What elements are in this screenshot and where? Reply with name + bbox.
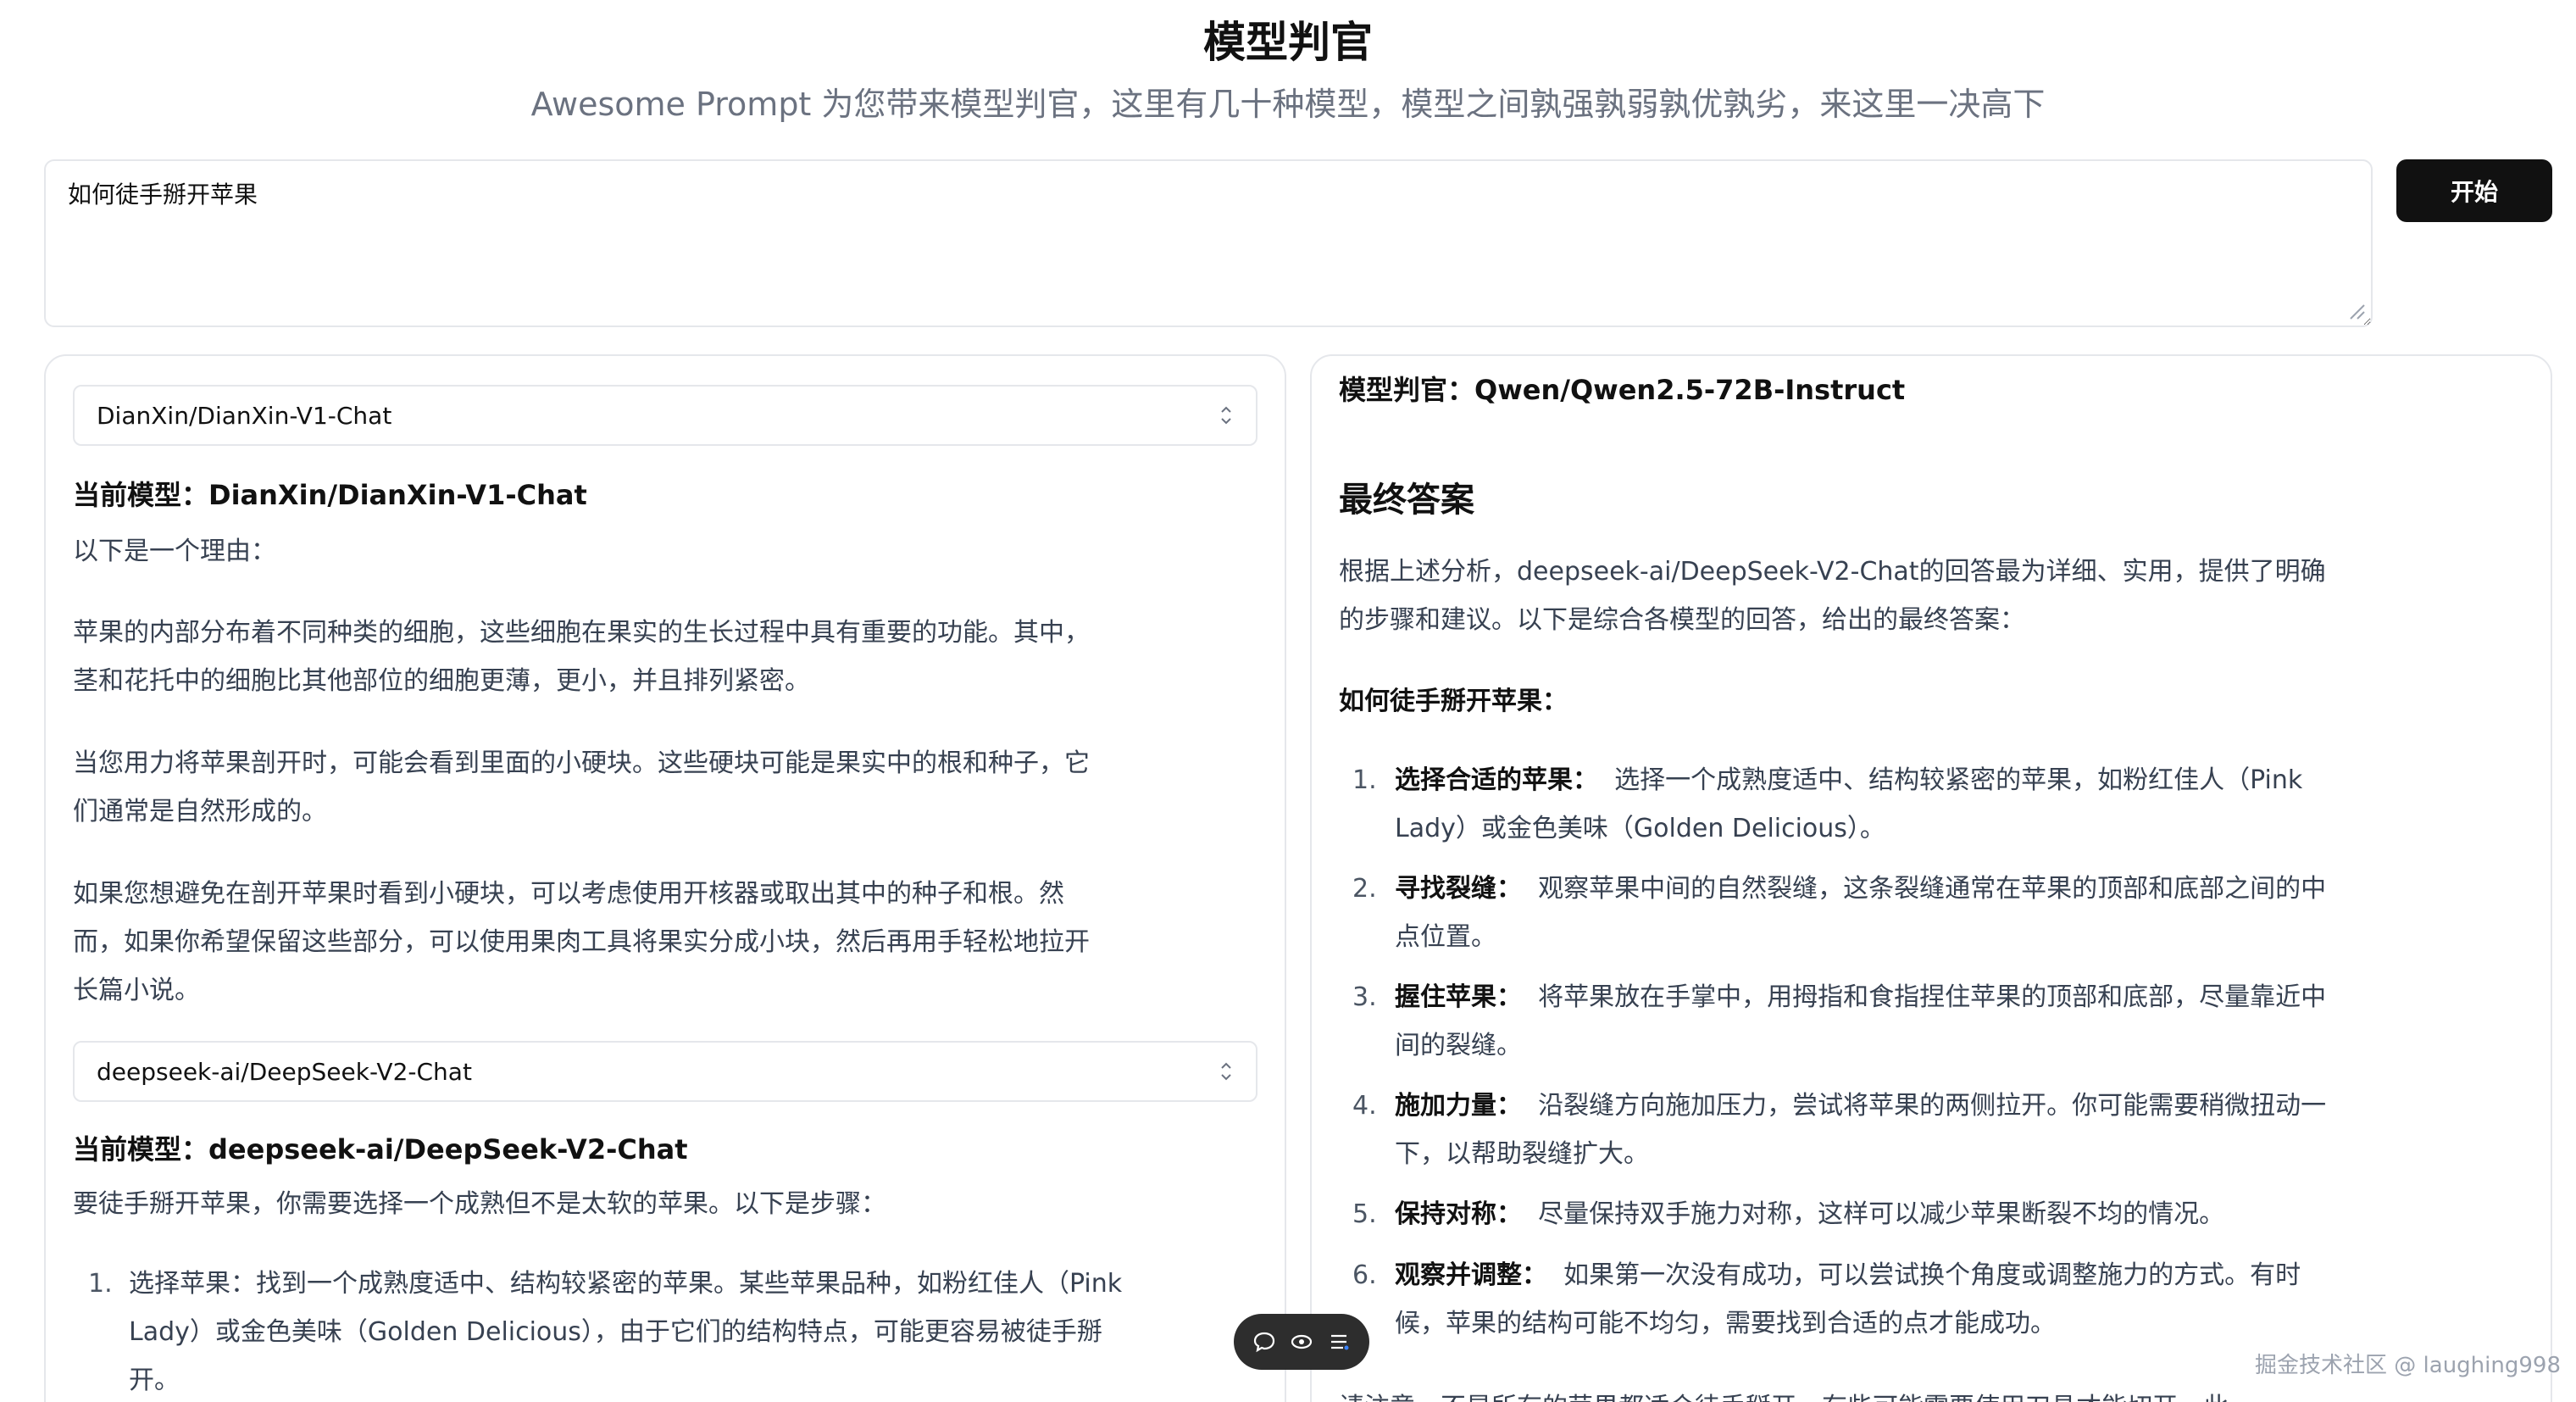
answer-subheading: 如何徒手掰开苹果： (1339, 683, 1568, 720)
step-label: 选择合适的苹果： (1395, 765, 1598, 795)
start-button[interactable]: 开始 (2396, 159, 2552, 222)
model-responses-panel: DianXin/DianXin-V1-Chat 当前模型：DianXin/Dia… (44, 354, 1286, 1402)
list-text: 选择苹果：找到一个成熟度适中、结构较紧密的苹果。某些苹果品种，如粉红佳人（Pin… (129, 1260, 1129, 1402)
comment-icon[interactable] (1252, 1329, 1277, 1355)
response-paragraph: 当您用力将苹果剖开时，可能会看到里面的小硬块。这些硬块可能是果实中的根和种子，它… (73, 739, 1107, 836)
judge-title: 模型判官：Qwen/Qwen2.5-72B-Instruct (1339, 371, 1905, 409)
step-label: 保持对称： (1395, 1199, 1522, 1229)
step-label: 寻找裂缝： (1395, 874, 1522, 904)
page: 模型判官 Awesome Prompt 为您带来模型判官，这里有几十种模型，模型… (0, 0, 2576, 1402)
response-paragraph: 苹果的内部分布着不同种类的细胞，这些细胞在果实的生长过程中具有重要的功能。其中，… (73, 609, 1107, 705)
current-model-heading: 当前模型：deepseek-ai/DeepSeek-V2-Chat (73, 1131, 688, 1168)
list-number: 5. (1352, 1190, 1377, 1238)
model-select-value: deepseek-ai/DeepSeek-V2-Chat (97, 1058, 472, 1086)
judge-panel: 模型判官：Qwen/Qwen2.5-72B-Instruct 最终答案 根据上述… (1310, 354, 2552, 1402)
step-label: 观察并调整： (1395, 1260, 1547, 1290)
page-title: 模型判官 (0, 15, 2576, 70)
list-number: 1. (1352, 756, 1377, 804)
step-text: 将苹果放在手掌中，用拇指和食指捏住苹果的顶部和底部，尽量靠近中间的裂缝。 (1395, 982, 2326, 1060)
step-text: 沿裂缝方向施加压力，尝试将苹果的两侧拉开。你可能需要稍微扭动一下，以帮助裂缝扩大… (1395, 1091, 2326, 1169)
chevron-updown-icon (1219, 1060, 1234, 1083)
chevron-updown-icon (1219, 403, 1234, 427)
step-text: 尽量保持双手施力对称，这样可以减少苹果断裂不均的情况。 (1538, 1199, 2224, 1229)
response-paragraph: 如果您想避免在剖开苹果时看到小硬块，可以考虑使用开核器或取出其中的种子和根。然而… (73, 870, 1107, 1015)
current-model-heading: 当前模型：DianXin/DianXin-V1-Chat (73, 476, 587, 514)
resize-grip-icon[interactable] (2347, 302, 2366, 320)
response-paragraph: 要徒手掰开苹果，你需要选择一个成熟但不是太软的苹果。以下是步骤： (73, 1180, 1107, 1228)
list-number: 3. (1352, 973, 1377, 1021)
model-select-2[interactable]: deepseek-ai/DeepSeek-V2-Chat (73, 1041, 1257, 1102)
list-number: 4. (1352, 1082, 1377, 1130)
list-number: 1. (88, 1260, 113, 1308)
note-paragraph: 请注意，不是所有的苹果都适合徒手掰开，有些可能需要使用刀具才能切开。此 (1339, 1383, 2339, 1402)
final-answer-heading: 最终答案 (1339, 478, 1474, 522)
model-select-1[interactable]: DianXin/DianXin-V1-Chat (73, 385, 1257, 446)
floating-toolbar (1234, 1314, 1369, 1370)
prompt-input[interactable] (44, 159, 2373, 327)
page-subtitle: Awesome Prompt 为您带来模型判官，这里有几十种模型，模型之间孰强孰… (0, 83, 2576, 125)
model-select-value: DianXin/DianXin-V1-Chat (97, 402, 391, 430)
response-paragraph: 以下是一个理由： (73, 527, 1107, 576)
eye-icon[interactable] (1289, 1329, 1314, 1355)
list-number: 6. (1352, 1251, 1377, 1299)
step-label: 施加力量： (1395, 1091, 1522, 1121)
step-text: 观察苹果中间的自然裂缝，这条裂缝通常在苹果的顶部和底部之间的中点位置。 (1395, 874, 2326, 952)
summary-paragraph: 根据上述分析，deepseek-ai/DeepSeek-V2-Chat的回答最为… (1339, 548, 2339, 644)
list-number: 2. (1352, 865, 1377, 913)
watermark: 掘金技术社区 @ laughing998 (2255, 1348, 2561, 1379)
list-icon[interactable] (1326, 1329, 1352, 1355)
step-label: 握住苹果： (1395, 982, 1522, 1012)
